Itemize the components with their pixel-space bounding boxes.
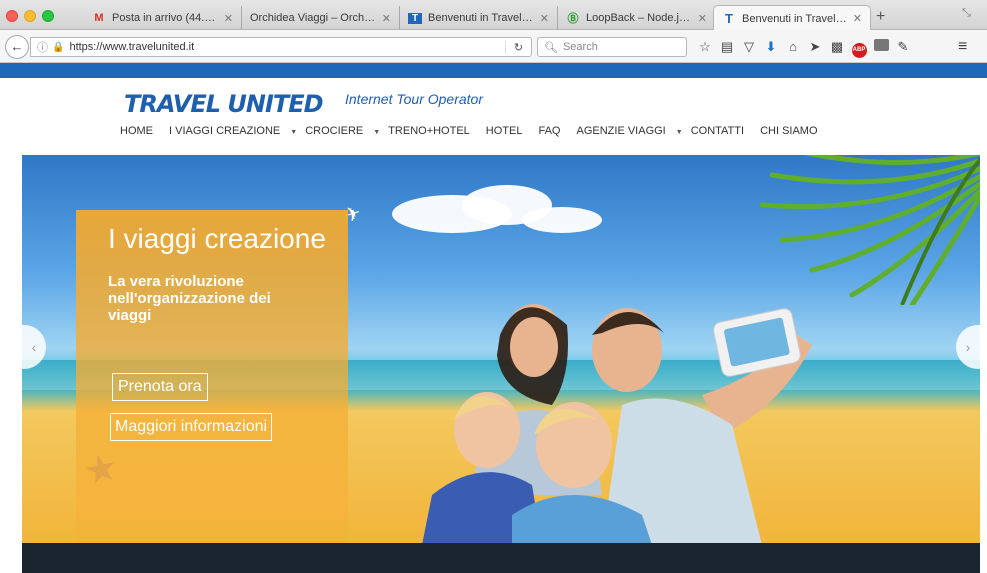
browser-tab-1[interactable]: Orchidea Viaggi – Orchidea Vi... ✕ xyxy=(242,6,400,30)
tab-close-icon[interactable]: ✕ xyxy=(224,12,233,25)
tab-title: Benvenuti in Travelunited xyxy=(742,12,847,25)
back-arrow-icon: ← xyxy=(10,39,24,54)
send-icon[interactable]: ➤ xyxy=(804,39,826,55)
site-tagline: Internet Tour Operator xyxy=(345,91,484,107)
tab-title: Orchidea Viaggi – Orchidea Vi... xyxy=(250,12,376,24)
nav-item-agenzie-viaggi[interactable]: AGENZIE VIAGGI ▼ xyxy=(577,125,683,137)
download-icon[interactable]: ⬇ xyxy=(760,39,782,55)
url-text[interactable]: https://www.travelunited.it xyxy=(69,41,505,53)
browser-nav-toolbar: ← ⓘ 🔒 https://www.travelunited.it ↻ 🔍︎ S… xyxy=(0,30,987,63)
nav-item-contatti[interactable]: CONTATTI xyxy=(691,125,752,137)
home-icon[interactable]: ⌂ xyxy=(782,39,804,55)
tab-title: Benvenuti in Travelunited xyxy=(428,12,534,24)
nav-item-viaggi-creazione[interactable]: I VIAGGI CREAZIONE ▼ xyxy=(169,125,297,137)
hero-slider: ✈ I viaggi creazione La vera rivoluzione… xyxy=(22,155,980,543)
toolbar-icons: ☆ ▤ ▽ ⬇ ⌂ ➤ ▩ ABP ✎ xyxy=(694,39,914,58)
tab-title: LoopBack – Node.js frame... xyxy=(586,12,692,24)
main-navigation: HOME I VIAGGI CREAZIONE ▼ CROCIERE ▼ TRENO… xyxy=(120,125,834,137)
lock-icon: 🔒 xyxy=(52,41,65,53)
window-close-button[interactable] xyxy=(6,10,18,22)
search-icon: 🔍︎ xyxy=(544,41,558,54)
nav-item-hotel[interactable]: HOTEL xyxy=(486,125,531,137)
window-maximize-button[interactable] xyxy=(42,10,54,22)
star-icon[interactable]: ☆ xyxy=(694,39,716,55)
loopback-favicon-icon: Ⓑ xyxy=(567,13,579,25)
nav-item-crociere[interactable]: CROCIERE ▼ xyxy=(305,125,380,137)
chevron-down-icon: ▼ xyxy=(675,129,683,136)
extension-icon[interactable] xyxy=(870,39,892,55)
tab-title: Posta in arrivo (44.288) – ... xyxy=(112,12,218,24)
browser-tab-strip: M Posta in arrivo (44.288) – ... ✕ Orchi… xyxy=(0,0,987,31)
more-info-button[interactable]: Maggiori informazioni xyxy=(110,413,273,441)
info-icon[interactable]: ⓘ xyxy=(37,39,48,55)
site-logo[interactable]: TRAVEL UNITED xyxy=(124,90,324,118)
nav-item-home[interactable]: HOME xyxy=(120,125,161,137)
gmail-icon: M xyxy=(94,12,104,24)
nav-item-faq[interactable]: FAQ xyxy=(538,125,568,137)
tab-close-icon[interactable]: ✕ xyxy=(698,12,707,25)
reload-icon[interactable]: ↻ xyxy=(505,40,531,54)
tab-close-icon[interactable]: ✕ xyxy=(382,12,391,25)
search-placeholder: Search xyxy=(562,41,598,53)
address-bar[interactable]: ⓘ 🔒 https://www.travelunited.it ↻ xyxy=(30,37,532,57)
travelunited-favicon-icon: T xyxy=(408,12,422,24)
chevron-down-icon: ▼ xyxy=(290,129,298,136)
family-selfie-illustration xyxy=(422,304,812,543)
top-brand-strip xyxy=(0,63,987,78)
pocket-icon[interactable]: ▽ xyxy=(738,39,760,55)
new-tab-button[interactable]: + xyxy=(876,8,885,26)
travelunited-favicon-icon: T xyxy=(725,11,733,26)
reading-list-icon[interactable]: ▤ xyxy=(716,39,738,55)
screenshot-icon[interactable]: ▩ xyxy=(826,39,848,55)
browser-tab-0[interactable]: M Posta in arrivo (44.288) – ... ✕ xyxy=(84,6,242,30)
tab-close-icon[interactable]: ✕ xyxy=(853,12,862,25)
cloud-shape xyxy=(522,207,602,233)
dark-band xyxy=(22,543,980,573)
hamburger-menu-icon[interactable]: ≡ xyxy=(958,38,967,56)
fullscreen-icon[interactable]: ⤡ xyxy=(962,7,971,20)
chevron-left-icon: ‹ xyxy=(31,339,37,355)
nav-item-treno-hotel[interactable]: TRENO+HOTEL xyxy=(388,125,478,137)
browser-tab-3[interactable]: Ⓑ LoopBack – Node.js frame... ✕ xyxy=(558,6,716,30)
window-minimize-button[interactable] xyxy=(24,10,36,22)
search-field[interactable]: 🔍︎ Search xyxy=(537,37,687,57)
hero-title: I viaggi creazione xyxy=(108,223,326,254)
chevron-right-icon: › xyxy=(965,339,971,355)
notes-icon[interactable]: ✎ xyxy=(892,39,914,55)
tab-close-icon[interactable]: ✕ xyxy=(540,12,549,25)
back-button[interactable]: ← xyxy=(5,35,29,59)
browser-tab-2[interactable]: T Benvenuti in Travelunited ✕ xyxy=(400,6,558,30)
nav-item-chi-siamo[interactable]: CHI SIAMO xyxy=(760,125,825,137)
book-now-button[interactable]: Prenota ora xyxy=(112,373,208,401)
chevron-down-icon: ▼ xyxy=(373,129,381,136)
hero-subtitle: La vera rivoluzione nell'organizzazione … xyxy=(108,273,271,324)
adblock-plus-icon[interactable]: ABP xyxy=(848,39,870,58)
browser-tab-4-active[interactable]: T Benvenuti in Travelunited ✕ xyxy=(713,5,871,31)
